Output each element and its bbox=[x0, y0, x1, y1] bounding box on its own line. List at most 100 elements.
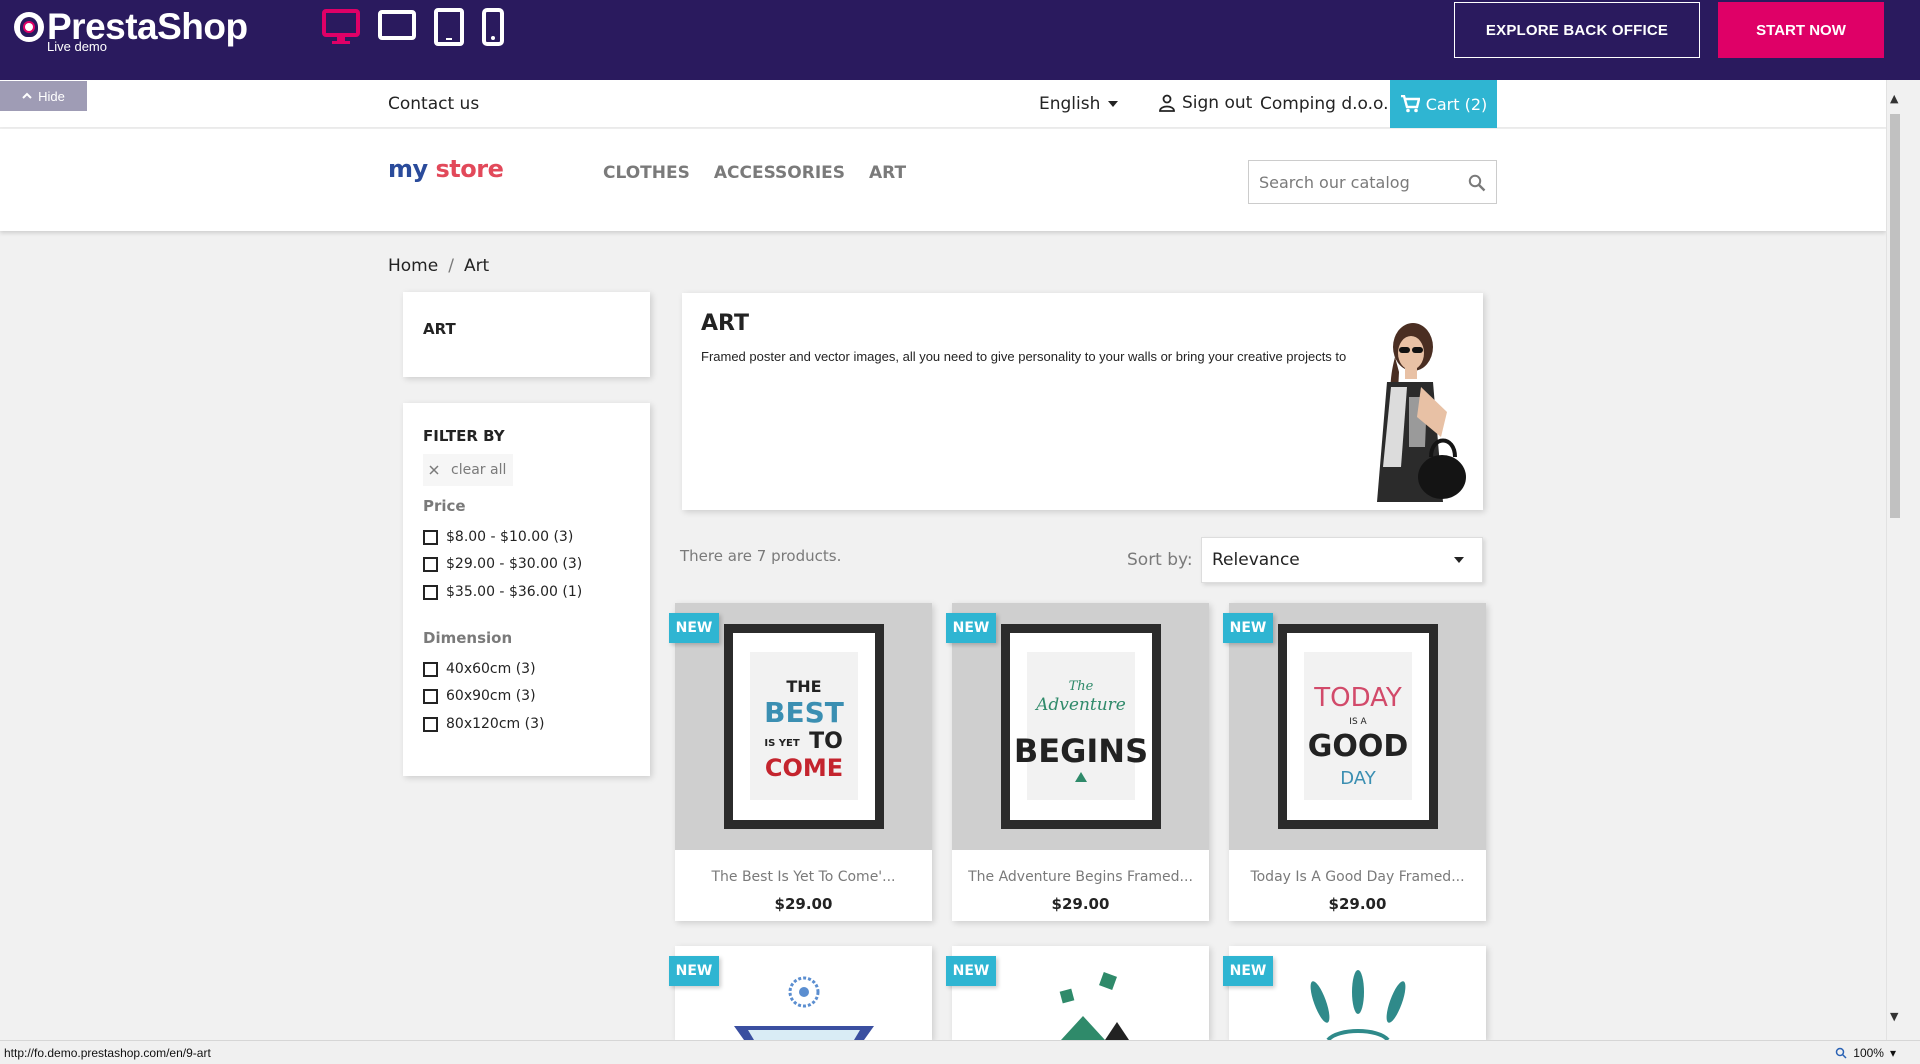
search-icon[interactable] bbox=[1468, 174, 1486, 192]
cart-button[interactable]: Cart (2) bbox=[1390, 80, 1497, 128]
search-widget bbox=[1248, 160, 1497, 204]
facet-dimension-option[interactable]: 80x120cm (3) bbox=[423, 716, 544, 732]
new-flag: NEW bbox=[1223, 613, 1273, 643]
facet-option-label: 40x60cm (3) bbox=[446, 661, 536, 677]
hide-label: Hide bbox=[38, 88, 65, 104]
filter-by-title: FILTER BY bbox=[423, 427, 505, 445]
poster-line: THE bbox=[786, 677, 821, 696]
browser-status-bar: http://fo.demo.prestashop.com/en/9-art 1… bbox=[0, 1040, 1920, 1064]
demo-toolbar: PrestaShop Live demo EXPLORE BACK OFFICE… bbox=[0, 0, 1920, 80]
checkbox[interactable] bbox=[423, 556, 438, 572]
product-price: $29.00 bbox=[774, 895, 833, 913]
facet-price-title: Price bbox=[423, 497, 466, 515]
menu-item-accessories[interactable]: ACCESSORIES bbox=[714, 163, 845, 183]
category-tree-title[interactable]: ART bbox=[423, 320, 456, 338]
scroll-down-icon[interactable]: ▼ bbox=[1890, 1010, 1898, 1023]
explore-back-office-button[interactable]: EXPLORE BACK OFFICE bbox=[1454, 2, 1700, 58]
poster-line: BEGINS bbox=[1013, 732, 1147, 770]
poster-line: TO bbox=[809, 729, 843, 754]
checkbox[interactable] bbox=[423, 529, 438, 545]
user-icon bbox=[1159, 94, 1175, 112]
chevron-down-icon: ▾ bbox=[1889, 1046, 1896, 1060]
product-card[interactable]: NEW The Adventure BEGINS The Adventure B… bbox=[946, 603, 1209, 921]
laptop-icon[interactable] bbox=[378, 8, 416, 42]
new-flag: NEW bbox=[946, 956, 996, 986]
poster-line: The bbox=[1068, 679, 1093, 694]
store-logo[interactable]: my store bbox=[388, 155, 504, 183]
facet-option-label: $8.00 - $10.00 (3) bbox=[446, 529, 574, 545]
scrollbar-thumb[interactable] bbox=[1890, 114, 1900, 518]
facet-dimension-option[interactable]: 40x60cm (3) bbox=[423, 661, 536, 677]
new-flag: NEW bbox=[669, 956, 719, 986]
search-input[interactable] bbox=[1249, 161, 1449, 203]
language-label: English bbox=[1039, 94, 1101, 114]
account-name-link[interactable]: Comping d.o.o. bbox=[1260, 94, 1389, 114]
checkbox[interactable] bbox=[423, 688, 438, 704]
facet-option-label: $29.00 - $30.00 (3) bbox=[446, 556, 583, 572]
facet-option-label: 60x90cm (3) bbox=[446, 688, 536, 704]
hide-toolbar-button[interactable]: Hide bbox=[0, 81, 87, 111]
poster-line: TODAY bbox=[1313, 683, 1402, 713]
checkbox[interactable] bbox=[423, 716, 438, 732]
checkbox[interactable] bbox=[423, 584, 438, 600]
scroll-up-icon[interactable]: ▲ bbox=[1890, 92, 1898, 105]
cart-label: Cart (2) bbox=[1425, 94, 1488, 114]
product-title[interactable]: The Adventure Begins Framed... bbox=[952, 869, 1209, 885]
facet-price-option[interactable]: $29.00 - $30.00 (3) bbox=[423, 556, 582, 572]
poster-line: IS A bbox=[1349, 717, 1367, 727]
menu-item-clothes[interactable]: CLOTHES bbox=[603, 163, 690, 183]
start-now-button[interactable]: START NOW bbox=[1718, 2, 1884, 58]
product-price: $29.00 bbox=[1328, 895, 1387, 913]
caret-down-icon bbox=[1454, 557, 1464, 563]
facet-price-option[interactable]: $35.00 - $36.00 (1) bbox=[423, 584, 582, 600]
product-card[interactable]: NEW THE BEST IS YET TO COME The Best Is … bbox=[669, 603, 932, 921]
product-card[interactable]: NEW TODAY IS A GOOD DAY Today Is A Good … bbox=[1223, 603, 1486, 921]
contact-us-link[interactable]: Contact us bbox=[388, 94, 479, 114]
framed-poster-image: TODAY IS A GOOD DAY bbox=[1277, 624, 1438, 829]
store-main-header: my store CLOTHES ACCESSORIES ART bbox=[0, 129, 1886, 231]
framed-poster-image: The Adventure BEGINS bbox=[1000, 624, 1161, 829]
zoom-control[interactable]: 100% ▾ bbox=[1835, 1046, 1896, 1060]
sign-out-label: Sign out bbox=[1182, 93, 1253, 113]
sort-select[interactable]: Relevance bbox=[1201, 537, 1483, 583]
facet-dimension-title: Dimension bbox=[423, 629, 513, 647]
logo-my-text: my bbox=[388, 155, 428, 183]
sort-by-label: Sort by: bbox=[1127, 550, 1193, 570]
product-image bbox=[733, 976, 874, 1040]
product-title[interactable]: Today Is A Good Day Framed... bbox=[1229, 869, 1486, 885]
breadcrumb-current[interactable]: Art bbox=[464, 256, 489, 276]
breadcrumb: Home / Art bbox=[388, 256, 489, 276]
facet-option-label: $35.00 - $36.00 (1) bbox=[446, 584, 583, 600]
product-image bbox=[1059, 972, 1129, 1040]
desktop-icon[interactable] bbox=[322, 8, 360, 46]
poster-line: IS YET bbox=[764, 738, 799, 749]
shopping-cart-icon bbox=[1400, 95, 1420, 113]
checkbox[interactable] bbox=[423, 661, 438, 677]
product-title[interactable]: The Best Is Yet To Come'... bbox=[675, 869, 932, 885]
facet-option-label: 80x120cm (3) bbox=[446, 716, 545, 732]
facet-filters: FILTER BY clear all Price $8.00 - $10.00… bbox=[403, 403, 650, 776]
breadcrumb-home[interactable]: Home bbox=[388, 256, 438, 276]
facet-price-option[interactable]: $8.00 - $10.00 (3) bbox=[423, 529, 573, 545]
menu-item-art[interactable]: ART bbox=[869, 163, 906, 183]
product-card[interactable]: NEW bbox=[946, 946, 1209, 1040]
product-card[interactable]: NEW bbox=[669, 946, 932, 1040]
product-card[interactable]: NEW bbox=[1223, 946, 1486, 1040]
framed-poster-image: THE BEST IS YET TO COME bbox=[723, 624, 884, 829]
poster-line: BEST bbox=[764, 696, 844, 729]
sign-out-link[interactable]: Sign out bbox=[1158, 93, 1252, 113]
page-scrollbar[interactable]: ▲ ▼ bbox=[1886, 80, 1902, 1040]
language-selector[interactable]: English bbox=[1039, 94, 1119, 114]
close-icon bbox=[429, 465, 439, 475]
clear-all-button[interactable]: clear all bbox=[423, 454, 513, 486]
poster-line: DAY bbox=[1340, 768, 1376, 789]
product-count: There are 7 products. bbox=[680, 547, 842, 565]
new-flag: NEW bbox=[669, 613, 719, 643]
facet-dimension-option[interactable]: 60x90cm (3) bbox=[423, 688, 536, 704]
poster-line: COME bbox=[764, 754, 842, 782]
live-demo-label: Live demo bbox=[47, 39, 107, 54]
breadcrumb-separator: / bbox=[448, 256, 454, 276]
tablet-icon[interactable] bbox=[434, 8, 464, 46]
mobile-icon[interactable] bbox=[482, 8, 504, 46]
sort-value: Relevance bbox=[1212, 550, 1300, 570]
